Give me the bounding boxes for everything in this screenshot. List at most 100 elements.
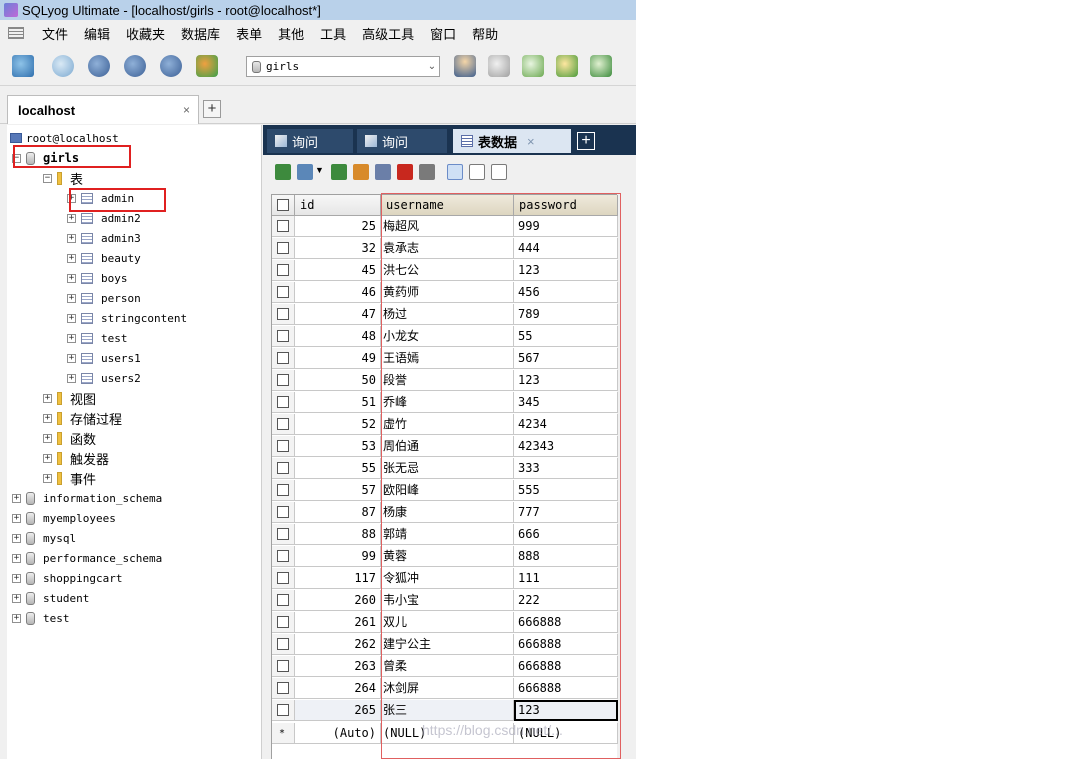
select-all-cell[interactable] xyxy=(272,195,295,216)
row-select-cell[interactable] xyxy=(272,700,295,721)
expand-icon[interactable]: + xyxy=(12,553,21,563)
menu-table[interactable]: 表单 xyxy=(228,24,270,43)
menu-other[interactable]: 其他 xyxy=(270,24,312,43)
menu-favorites[interactable]: 收藏夹 xyxy=(118,24,173,43)
cell-id[interactable]: 260 xyxy=(295,590,381,611)
sync-icon[interactable] xyxy=(590,55,612,77)
add-connection-button[interactable]: + xyxy=(203,100,221,118)
tree-table-admin3[interactable]: + admin3 xyxy=(67,228,141,248)
tree-table-person[interactable]: + person xyxy=(67,288,141,308)
cancel-changes-icon[interactable] xyxy=(419,164,435,180)
tree-folder-4[interactable]: + 事件 xyxy=(43,468,96,488)
row-select-cell[interactable] xyxy=(272,678,295,699)
new-row-id[interactable]: (Auto) xyxy=(295,723,381,744)
cell-id[interactable]: 262 xyxy=(295,634,381,655)
tree-folder-tables[interactable]: − 表 xyxy=(43,168,83,188)
row-select-cell[interactable] xyxy=(272,238,295,259)
expand-icon[interactable]: + xyxy=(67,233,76,243)
tree-db-test[interactable]: + test xyxy=(12,608,70,628)
row-select-cell[interactable] xyxy=(272,634,295,655)
chevron-down-icon[interactable]: ⌄ xyxy=(425,61,439,72)
expand-icon[interactable]: + xyxy=(12,593,21,603)
cell-id[interactable]: 25 xyxy=(295,216,381,237)
tree-table-boys[interactable]: + boys xyxy=(67,268,128,288)
close-icon[interactable]: × xyxy=(527,134,535,149)
row-checkbox[interactable] xyxy=(277,550,289,562)
refresh-icon[interactable] xyxy=(160,55,182,77)
close-icon[interactable]: × xyxy=(183,103,198,117)
row-checkbox[interactable] xyxy=(277,638,289,650)
tree-db-student[interactable]: + student xyxy=(12,588,89,608)
expand-icon[interactable]: + xyxy=(67,373,76,383)
collapse-icon[interactable]: − xyxy=(43,173,52,183)
row-checkbox[interactable] xyxy=(277,374,289,386)
cell-id[interactable]: 50 xyxy=(295,370,381,391)
row-select-cell[interactable] xyxy=(272,656,295,677)
cell-id[interactable]: 47 xyxy=(295,304,381,325)
row-select-cell[interactable] xyxy=(272,370,295,391)
row-checkbox[interactable] xyxy=(277,220,289,232)
tree-db-information_schema[interactable]: + information_schema xyxy=(12,488,162,508)
row-checkbox[interactable] xyxy=(277,264,289,276)
cell-id[interactable]: 99 xyxy=(295,546,381,567)
row-checkbox[interactable] xyxy=(277,286,289,298)
row-checkbox[interactable] xyxy=(277,704,289,716)
tree-db-mysql[interactable]: + mysql xyxy=(12,528,76,548)
tree-folder-3[interactable]: + 触发器 xyxy=(43,448,109,468)
row-checkbox[interactable] xyxy=(277,484,289,496)
expand-icon[interactable]: + xyxy=(67,213,76,223)
cell-id[interactable]: 53 xyxy=(295,436,381,457)
cell-id[interactable]: 49 xyxy=(295,348,381,369)
tab-query-2[interactable]: 询问 xyxy=(357,129,447,153)
menu-database[interactable]: 数据库 xyxy=(173,24,228,43)
tree-db-performance_schema[interactable]: + performance_schema xyxy=(12,548,162,568)
cell-id[interactable]: 55 xyxy=(295,458,381,479)
row-select-cell[interactable] xyxy=(272,458,295,479)
row-select-cell[interactable] xyxy=(272,348,295,369)
row-checkbox[interactable] xyxy=(277,418,289,430)
export-icon[interactable] xyxy=(297,164,313,180)
user-manager-icon[interactable] xyxy=(454,55,476,77)
row-checkbox[interactable] xyxy=(277,572,289,584)
row-checkbox[interactable] xyxy=(277,594,289,606)
cell-id[interactable]: 87 xyxy=(295,502,381,523)
row-checkbox[interactable] xyxy=(277,440,289,452)
execute-query-icon[interactable] xyxy=(88,55,110,77)
expand-icon[interactable]: + xyxy=(12,573,21,583)
text-view-icon[interactable] xyxy=(491,164,507,180)
row-select-cell[interactable] xyxy=(272,436,295,457)
select-all-checkbox[interactable] xyxy=(277,199,289,211)
delete-icon[interactable] xyxy=(397,164,413,180)
row-checkbox[interactable] xyxy=(277,660,289,672)
menu-advanced-tools[interactable]: 高级工具 xyxy=(354,24,422,43)
form-view-icon[interactable] xyxy=(469,164,485,180)
tree-table-users2[interactable]: + users2 xyxy=(67,368,141,388)
expand-icon[interactable]: + xyxy=(43,453,52,463)
row-checkbox[interactable] xyxy=(277,682,289,694)
row-select-cell[interactable] xyxy=(272,590,295,611)
cell-id[interactable]: 48 xyxy=(295,326,381,347)
tree-table-stringcontent[interactable]: + stringcontent xyxy=(67,308,187,328)
tab-table-data[interactable]: 表数据 × xyxy=(453,129,571,153)
expand-icon[interactable]: + xyxy=(12,613,21,623)
cell-id[interactable]: 46 xyxy=(295,282,381,303)
expand-icon[interactable]: + xyxy=(67,253,76,263)
execute-all-icon[interactable] xyxy=(124,55,146,77)
cell-id[interactable]: 57 xyxy=(295,480,381,501)
connection-tab-localhost[interactable]: localhost × xyxy=(7,95,199,124)
tree-folder-1[interactable]: + 存储过程 xyxy=(43,408,122,428)
cell-id[interactable]: 88 xyxy=(295,524,381,545)
row-select-cell[interactable] xyxy=(272,392,295,413)
tree-db-shoppingcart[interactable]: + shoppingcart xyxy=(12,568,122,588)
expand-icon[interactable]: + xyxy=(43,413,52,423)
row-select-cell[interactable] xyxy=(272,326,295,347)
row-checkbox[interactable] xyxy=(277,462,289,474)
menu-help[interactable]: 帮助 xyxy=(464,24,506,43)
cell-id[interactable]: 51 xyxy=(295,392,381,413)
row-select-cell[interactable] xyxy=(272,612,295,633)
add-tab-button[interactable]: + xyxy=(577,132,595,150)
expand-icon[interactable]: + xyxy=(67,293,76,303)
save-icon[interactable] xyxy=(375,164,391,180)
tree-folder-2[interactable]: + 函数 xyxy=(43,428,96,448)
cell-id[interactable]: 117 xyxy=(295,568,381,589)
